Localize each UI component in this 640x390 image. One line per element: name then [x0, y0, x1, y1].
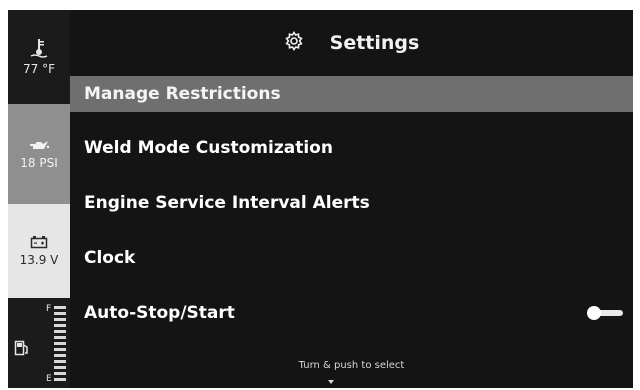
oil-can-icon — [28, 138, 50, 152]
toggle-knob — [587, 306, 601, 320]
temperature-tile: 77 °F — [8, 10, 70, 104]
battery-icon — [30, 235, 48, 249]
gear-icon — [284, 31, 304, 55]
settings-screen: 77 °F 18 PSI 13.9 V F E Settings Manage … — [8, 10, 633, 388]
fuel-full-label: F — [46, 304, 52, 314]
menu-item-clock[interactable]: Clock — [70, 240, 633, 276]
fuel-level-gauge — [54, 306, 66, 384]
menu-item-weld-mode-customization[interactable]: Weld Mode Customization — [70, 130, 633, 166]
settings-header: Settings — [70, 10, 633, 76]
oil-pressure-value: 18 PSI — [20, 156, 58, 170]
menu-item-label: Auto-Stop/Start — [84, 303, 235, 323]
status-sidebar: 77 °F 18 PSI 13.9 V F E — [8, 10, 70, 388]
page-title: Settings — [329, 32, 420, 54]
temperature-gauge-icon — [30, 38, 48, 58]
down-arrow-icon — [328, 380, 334, 384]
temperature-value: 77 °F — [23, 62, 55, 76]
menu-item-label: Manage Restrictions — [84, 84, 281, 104]
fuel-empty-label: E — [46, 374, 52, 384]
menu-item-manage-restrictions[interactable]: Manage Restrictions — [70, 76, 633, 112]
battery-tile: 13.9 V — [8, 204, 70, 298]
fuel-tile: F E — [8, 298, 70, 388]
battery-voltage-value: 13.9 V — [19, 253, 59, 267]
menu-item-auto-stop-start[interactable]: Auto-Stop/Start — [70, 295, 633, 331]
menu-item-engine-service-interval-alerts[interactable]: Engine Service Interval Alerts — [70, 185, 633, 221]
settings-main: Settings Manage Restrictions Weld Mode C… — [70, 10, 633, 388]
auto-stop-start-toggle[interactable] — [587, 306, 623, 320]
menu-item-label: Engine Service Interval Alerts — [84, 193, 370, 213]
menu-item-label: Weld Mode Customization — [84, 138, 333, 158]
menu-item-label: Clock — [84, 248, 136, 268]
oil-pressure-tile: 18 PSI — [8, 104, 70, 204]
navigation-hint: Turn & push to select — [298, 360, 405, 371]
fuel-pump-icon — [14, 340, 30, 360]
